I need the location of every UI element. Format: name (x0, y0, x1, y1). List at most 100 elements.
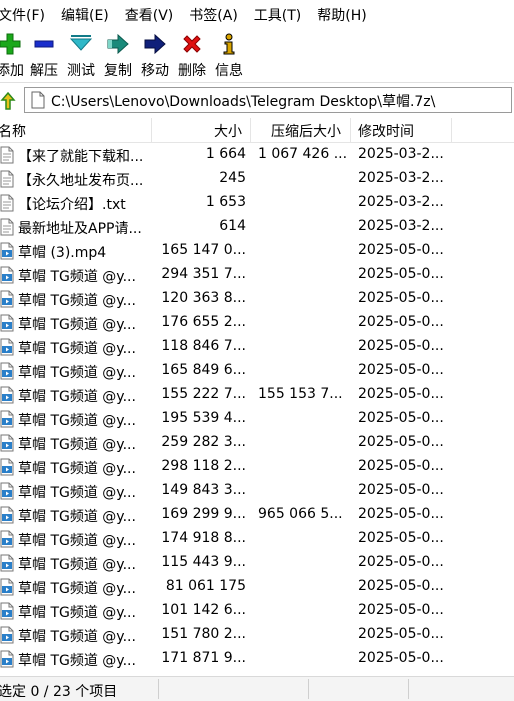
file-modified: 2025-03-2... (358, 218, 444, 234)
col-name[interactable]: 名称 (0, 121, 26, 141)
file-size: 298 118 2... (161, 458, 246, 474)
file-modified: 2025-05-0... (358, 410, 444, 426)
menu-tools[interactable]: 工具(T) (254, 5, 307, 25)
copy-label: 复制 (104, 63, 132, 79)
video-file-icon (0, 530, 14, 548)
file-modified: 2025-05-0... (358, 242, 444, 258)
info-icon (217, 32, 241, 56)
status-divider (408, 679, 409, 699)
file-row[interactable]: 最新地址及APP请... 614 2025-03-2... (0, 215, 514, 239)
file-name: 草帽 TG频道 @y... (18, 629, 136, 645)
col-divider[interactable] (350, 118, 351, 142)
file-name: 【永久地址发布页... (18, 173, 144, 189)
add-button[interactable]: 添加 (0, 32, 24, 80)
video-file-icon (0, 338, 14, 356)
file-modified: 2025-05-0... (358, 362, 444, 378)
file-row[interactable]: 草帽 TG频道 @y... 149 843 3... 2025-05-0... (0, 479, 514, 503)
file-row[interactable]: 草帽 TG频道 @y... 101 142 6... 2025-05-0... (0, 599, 514, 623)
file-row[interactable]: 草帽 TG频道 @y... 169 299 9... 965 066 5... 202… (0, 503, 514, 527)
video-file-icon (0, 434, 14, 452)
file-name: 草帽 TG频道 @y... (18, 389, 136, 405)
file-modified: 2025-03-2... (358, 146, 444, 162)
file-size: 195 539 4... (161, 410, 246, 426)
file-row[interactable]: 【来了就能下载和... 1 664 1 067 426 ... 2025-03-2..… (0, 143, 514, 167)
minus-icon (32, 32, 56, 56)
file-size: 165 147 0... (161, 242, 246, 258)
col-divider[interactable] (451, 118, 452, 142)
file-row[interactable]: 草帽 (3).mp4 165 147 0... 2025-05-0... (0, 239, 514, 263)
video-file-icon (0, 290, 14, 308)
file-name: 草帽 TG频道 @y... (18, 365, 136, 381)
copy-arrow-icon (106, 32, 130, 56)
file-size: 118 846 7... (161, 338, 246, 354)
file-size: 245 (219, 170, 246, 186)
col-packed-size[interactable]: 压缩后大小 (271, 121, 341, 141)
file-modified: 2025-05-0... (358, 482, 444, 498)
move-button[interactable]: 移动 (141, 32, 169, 80)
file-modified: 2025-05-0... (358, 314, 444, 330)
file-modified: 2025-05-0... (358, 530, 444, 546)
test-button[interactable]: 测试 (67, 32, 95, 80)
file-name: 草帽 TG频道 @y... (18, 557, 136, 573)
file-modified: 2025-05-0... (358, 602, 444, 618)
status-bar: 选定 0 / 23 个项目 (0, 676, 514, 701)
file-row[interactable]: 草帽 TG频道 @y... 165 849 6... 2025-05-0... (0, 359, 514, 383)
check-chevron-icon (69, 32, 93, 56)
file-row[interactable]: 草帽 TG频道 @y... 118 846 7... 2025-05-0... (0, 335, 514, 359)
file-modified: 2025-03-2... (358, 170, 444, 186)
file-size: 294 351 7... (161, 266, 246, 282)
menu-edit[interactable]: 编辑(E) (61, 5, 115, 25)
col-divider[interactable] (151, 118, 152, 142)
file-row[interactable]: 草帽 TG频道 @y... 81 061 175 2025-05-0... (0, 575, 514, 599)
file-row[interactable]: 草帽 TG频道 @y... 174 918 8... 2025-05-0... (0, 527, 514, 551)
file-row[interactable]: 草帽 TG频道 @y... 151 780 2... 2025-05-0... (0, 623, 514, 647)
extract-label: 解压 (30, 63, 58, 79)
col-divider[interactable] (250, 118, 251, 142)
file-name: 最新地址及APP请... (18, 221, 142, 237)
file-name: 草帽 TG频道 @y... (18, 341, 136, 357)
file-row[interactable]: 草帽 TG频道 @y... 298 118 2... 2025-05-0... (0, 455, 514, 479)
file-row[interactable]: 草帽 TG频道 @y... 195 539 4... 2025-05-0... (0, 407, 514, 431)
path-input[interactable]: C:\Users\Lenovo\Downloads\Telegram Deskt… (24, 87, 512, 113)
delete-button[interactable]: 删除 (178, 32, 206, 80)
extract-button[interactable]: 解压 (30, 32, 58, 80)
file-row[interactable]: 草帽 TG频道 @y... 171 871 9... 2025-05-0... (0, 647, 514, 671)
file-size: 165 849 6... (161, 362, 246, 378)
address-bar: C:\Users\Lenovo\Downloads\Telegram Deskt… (0, 86, 514, 116)
copy-button[interactable]: 复制 (104, 32, 132, 80)
info-button[interactable]: 信息 (215, 32, 243, 80)
file-name: 【来了就能下载和... (18, 149, 144, 165)
file-name: 草帽 TG频道 @y... (18, 653, 136, 669)
file-size: 176 655 2... (161, 314, 246, 330)
col-size[interactable]: 大小 (214, 121, 242, 141)
file-row[interactable]: 草帽 TG频道 @y... 120 363 8... 2025-05-0... (0, 287, 514, 311)
file-size: 115 443 9... (161, 554, 246, 570)
text-file-icon (0, 218, 14, 236)
video-file-icon (0, 458, 14, 476)
menu-view[interactable]: 查看(V) (125, 5, 180, 25)
file-row[interactable]: 【论坛介绍】.txt 1 653 2025-03-2... (0, 191, 514, 215)
video-file-icon (0, 410, 14, 428)
col-modified[interactable]: 修改时间 (358, 121, 414, 141)
add-label: 添加 (0, 63, 24, 79)
x-icon (180, 32, 204, 56)
file-row[interactable]: 草帽 TG频道 @y... 115 443 9... 2025-05-0... (0, 551, 514, 575)
status-divider (158, 679, 159, 699)
video-file-icon (0, 482, 14, 500)
delete-label: 删除 (178, 63, 206, 79)
file-name: 【论坛介绍】.txt (18, 197, 126, 213)
file-row[interactable]: 【永久地址发布页... 245 2025-03-2... (0, 167, 514, 191)
menu-help[interactable]: 帮助(H) (317, 5, 372, 25)
file-row[interactable]: 草帽 TG频道 @y... 259 282 3... 2025-05-0... (0, 431, 514, 455)
file-size: 120 363 8... (161, 290, 246, 306)
file-row[interactable]: 草帽 TG频道 @y... 294 351 7... 2025-05-0... (0, 263, 514, 287)
file-row[interactable]: 草帽 TG频道 @y... 176 655 2... 2025-05-0... (0, 311, 514, 335)
menu-bookmarks[interactable]: 书签(A) (189, 5, 244, 25)
video-file-icon (0, 362, 14, 380)
video-file-icon (0, 506, 14, 524)
up-folder-icon[interactable] (0, 91, 16, 111)
menu-file[interactable]: 文件(F) (0, 5, 51, 25)
text-file-icon (0, 146, 14, 164)
file-row[interactable]: 草帽 TG频道 @y... 155 222 7... 155 153 7... 202… (0, 383, 514, 407)
video-file-icon (0, 242, 14, 260)
